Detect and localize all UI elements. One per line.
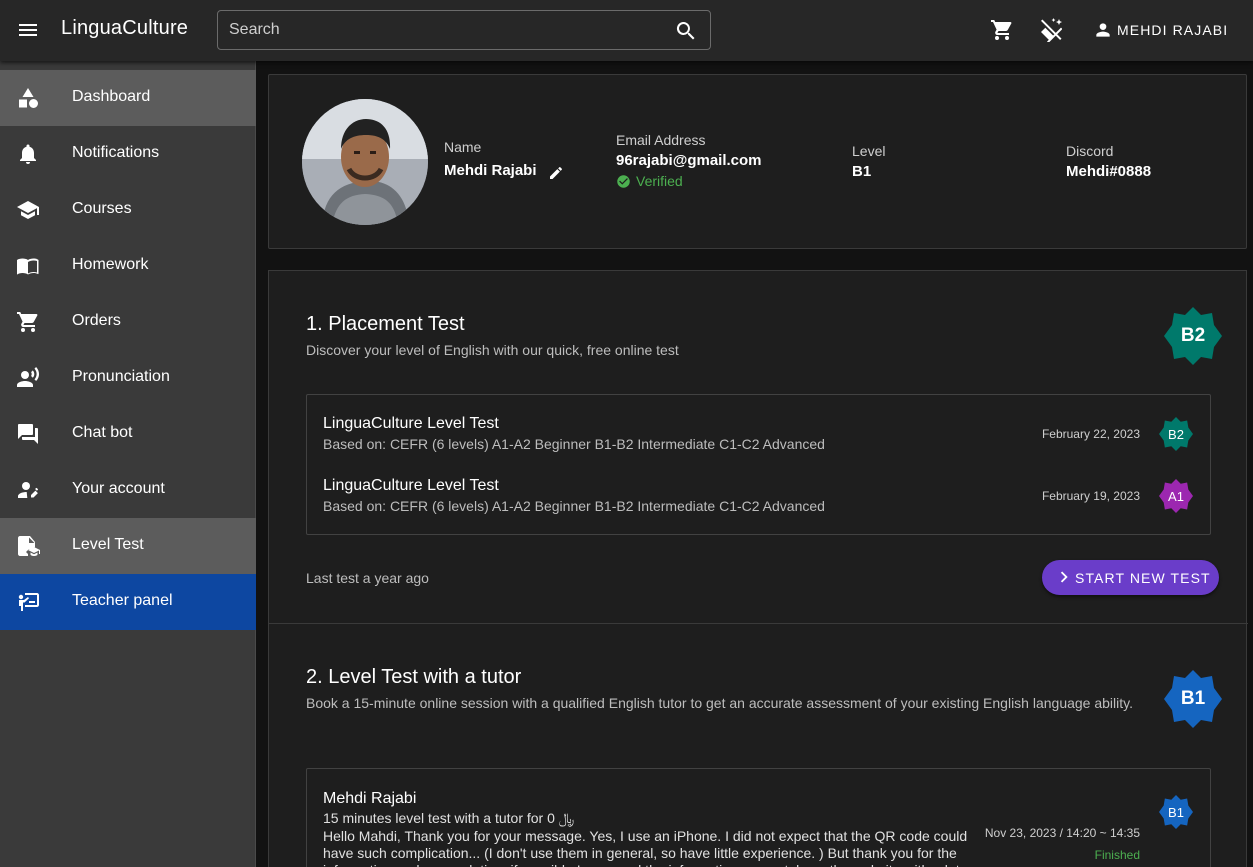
user-menu-button[interactable]: MEHDI RAJABI	[1093, 18, 1228, 42]
discord-label: Discord	[1066, 143, 1114, 159]
sidebar-item-dashboard[interactable]: Dashboard	[0, 70, 256, 126]
tutor-subtitle: Book a 15-minute online session with a q…	[306, 695, 1133, 711]
badge-label: A1	[1168, 488, 1184, 504]
search-input[interactable]	[218, 11, 658, 49]
sidebar: Dashboard Notifications Courses Homework…	[0, 61, 256, 867]
teacher-icon	[18, 593, 39, 611]
sidebar-item-label: Notifications	[72, 144, 160, 161]
sidebar-item-label: Orders	[72, 312, 121, 329]
placement-subtitle: Discover your level of English with our …	[306, 342, 679, 358]
test-title: LinguaCulture Level Test	[323, 477, 499, 494]
app-brand[interactable]: LinguaCulture	[61, 17, 188, 40]
sidebar-item-level-test[interactable]: Level Test	[0, 518, 256, 574]
tutor-title: 2. Level Test with a tutor	[306, 666, 522, 688]
session-tutor-name: Mehdi Rajabi	[323, 790, 417, 807]
shapes-icon	[19, 88, 38, 108]
cart-icon	[17, 312, 38, 332]
edit-icon[interactable]	[548, 165, 564, 181]
test-level-badge: A1	[1159, 479, 1193, 513]
placement-results-list: LinguaCulture Level Test Based on: CEFR …	[306, 394, 1211, 535]
menu-icon[interactable]	[14, 16, 42, 44]
profile-discord: Mehdi#0888	[1066, 163, 1152, 180]
last-test-info: Last test a year ago	[306, 570, 429, 586]
bell-icon	[20, 144, 36, 164]
level-test-icon	[18, 536, 40, 556]
profile-name: Mehdi Rajabi	[444, 162, 537, 179]
verified-label: Verified	[636, 173, 683, 189]
test-date: February 19, 2023	[1041, 489, 1140, 503]
sidebar-item-label: Pronunciation	[72, 368, 170, 385]
test-subtitle: Based on: CEFR (6 levels) A1-A2 Beginner…	[323, 436, 825, 452]
placement-level-badge: B2	[1164, 307, 1222, 365]
test-title: LinguaCulture Level Test	[323, 415, 499, 432]
level-label: Level	[852, 143, 886, 159]
search-icon[interactable]	[674, 19, 698, 43]
sidebar-item-teacher-panel[interactable]: Teacher panel	[0, 574, 256, 630]
profile-level: B1	[852, 163, 872, 180]
sidebar-item-label: Your account	[72, 480, 165, 497]
session-description: 15 minutes level test with a tutor for 0…	[323, 810, 575, 826]
session-message: Hello Mahdi, Thank you for your message.…	[323, 828, 968, 867]
sidebar-item-courses[interactable]: Courses	[0, 182, 256, 238]
auto-fix-off-icon[interactable]	[1039, 18, 1063, 42]
sidebar-item-orders[interactable]: Orders	[0, 294, 256, 350]
test-subtitle: Based on: CEFR (6 levels) A1-A2 Beginner…	[323, 498, 825, 514]
list-item[interactable]: LinguaCulture Level Test Based on: CEFR …	[307, 395, 1210, 463]
start-new-test-label: START NEW TEST	[1075, 570, 1211, 586]
user-name-label: MEHDI RAJABI	[1117, 22, 1229, 38]
cart-icon[interactable]	[990, 18, 1014, 42]
tutor-session-list: Mehdi Rajabi 15 minutes level test with …	[306, 768, 1211, 867]
sidebar-item-your-account[interactable]: Your account	[0, 462, 256, 518]
avatar	[302, 99, 428, 225]
sidebar-item-label: Chat bot	[72, 424, 133, 441]
forum-icon	[18, 424, 38, 444]
badge-label: B2	[1168, 426, 1184, 442]
sidebar-item-label: Dashboard	[72, 88, 151, 105]
name-label: Name	[444, 139, 482, 155]
list-item[interactable]: LinguaCulture Level Test Based on: CEFR …	[307, 463, 1210, 531]
tutor-level-badge: B1	[1164, 670, 1222, 728]
session-datetime: Nov 23, 2023 / 14:20 ~ 14:35	[984, 826, 1140, 840]
chevron-right-icon	[1060, 571, 1068, 583]
sidebar-item-label: Level Test	[72, 536, 144, 553]
verified-status: Verified	[616, 173, 683, 189]
sidebar-item-notifications[interactable]: Notifications	[0, 126, 256, 182]
session-level-badge: B1	[1159, 795, 1193, 829]
person-edit-icon	[18, 482, 39, 498]
badge-label: B2	[1180, 325, 1206, 346]
sidebar-item-homework[interactable]: Homework	[0, 238, 256, 294]
profile-card: Name Mehdi Rajabi Email Address 96rajabi…	[268, 74, 1247, 249]
sidebar-item-label: Teacher panel	[72, 592, 173, 609]
search-box[interactable]	[217, 10, 711, 50]
book-icon	[17, 258, 39, 275]
school-icon	[17, 201, 39, 219]
badge-label: B1	[1180, 688, 1206, 709]
sidebar-item-label: Homework	[72, 256, 149, 273]
profile-email: 96rajabi@gmail.com	[616, 152, 762, 169]
person-icon	[1096, 23, 1110, 37]
voice-icon	[17, 367, 40, 387]
section-divider	[269, 623, 1248, 624]
list-item[interactable]: Mehdi Rajabi 15 minutes level test with …	[307, 769, 1210, 867]
top-app-bar: LinguaCulture MEHDI RAJABI	[0, 0, 1253, 61]
placement-title: 1. Placement Test	[306, 313, 465, 335]
sidebar-item-chat-bot[interactable]: Chat bot	[0, 406, 256, 462]
level-test-card: 1. Placement Test Discover your level of…	[268, 270, 1248, 867]
sidebar-item-pronunciation[interactable]: Pronunciation	[0, 350, 256, 406]
test-level-badge: B2	[1159, 417, 1193, 451]
session-status: Finished	[1094, 848, 1140, 862]
sidebar-item-label: Courses	[72, 200, 132, 217]
start-new-test-button[interactable]: START NEW TEST	[1042, 560, 1219, 595]
check-circle-icon	[617, 174, 630, 188]
badge-label: B1	[1168, 804, 1184, 820]
email-label: Email Address	[616, 132, 706, 148]
test-date: February 22, 2023	[1041, 427, 1140, 441]
